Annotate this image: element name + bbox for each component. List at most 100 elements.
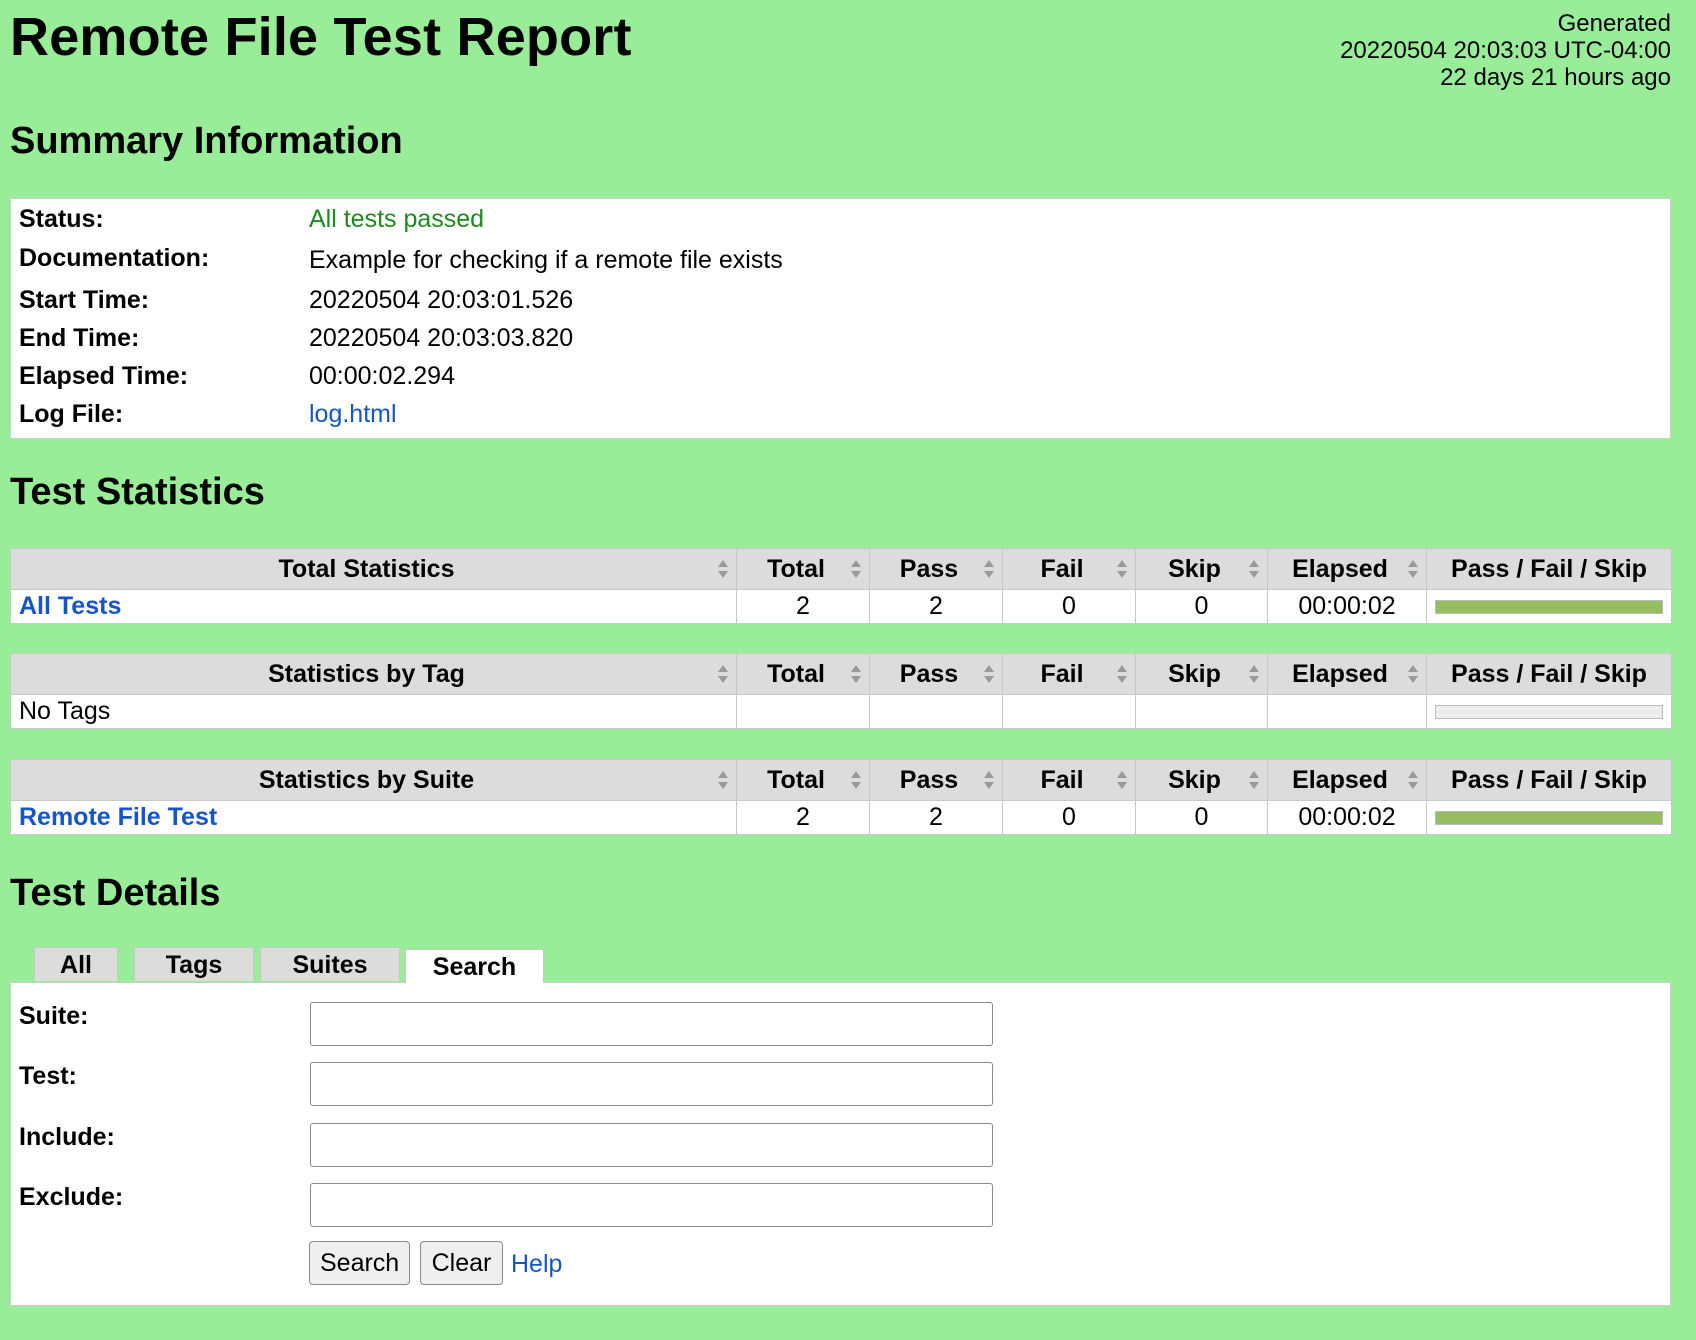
sort-icon [718, 665, 728, 683]
column-header-total[interactable]: Total [736, 548, 870, 590]
pass-bar [1436, 600, 1662, 613]
stat-name-link[interactable]: All Tests [19, 592, 121, 620]
sort-icon [984, 665, 994, 683]
exclude-label: Exclude: [19, 1183, 124, 1211]
stat-pass [869, 694, 1003, 729]
sort-icon [851, 771, 861, 789]
sort-icon [851, 665, 861, 683]
stat-fail [1002, 694, 1136, 729]
summary-label: Start Time: [19, 286, 150, 314]
status-value: All tests passed [309, 205, 485, 233]
stat-graph [1426, 694, 1672, 729]
column-header-skip[interactable]: Skip [1135, 548, 1268, 590]
stat-elapsed: 00:00:02 [1267, 589, 1427, 624]
sort-icon [984, 771, 994, 789]
stat-fail: 0 [1002, 589, 1136, 624]
sort-icon [1249, 771, 1259, 789]
column-header-skip[interactable]: Skip [1135, 759, 1268, 801]
stat-elapsed [1267, 694, 1427, 729]
start-time-value: 20220504 20:03:01.526 [309, 286, 574, 314]
table-row: Remote File Test 2 2 0 0 00:00:02 [10, 800, 1672, 835]
sort-icon [1249, 560, 1259, 578]
sort-icon [984, 560, 994, 578]
summary-label: Log File: [19, 400, 124, 428]
stat-fail: 0 [1002, 800, 1136, 835]
stat-skip: 0 [1135, 800, 1268, 835]
sort-icon [1117, 665, 1127, 683]
stat-graph [1426, 800, 1672, 835]
generated-info: Generated 20220504 20:03:03 UTC-04:00 22… [1340, 10, 1671, 91]
column-header-pass[interactable]: Pass [869, 548, 1003, 590]
column-header-elapsed[interactable]: Elapsed [1267, 548, 1427, 590]
suite-label: Suite: [19, 1002, 89, 1030]
column-header-skip[interactable]: Skip [1135, 653, 1268, 695]
include-input[interactable] [310, 1123, 993, 1167]
stat-total [736, 694, 870, 729]
column-header-name[interactable]: Statistics by Tag [10, 653, 737, 695]
suite-input[interactable] [310, 1002, 993, 1046]
column-header-graph: Pass / Fail / Skip [1426, 653, 1672, 695]
stat-name-link[interactable]: Remote File Test [19, 803, 217, 831]
statistics-heading: Test Statistics [10, 471, 265, 513]
tab-suites[interactable]: Suites [260, 947, 400, 981]
stat-skip [1135, 694, 1268, 729]
elapsed-time-value: 00:00:02.294 [309, 362, 455, 390]
sort-icon [718, 560, 728, 578]
help-link[interactable]: Help [511, 1250, 562, 1279]
summary-box: Status: All tests passed Documentation: … [10, 198, 1671, 439]
tag-statistics-table: Statistics by Tag Total Pass Fail Skip E… [10, 653, 1672, 729]
column-header-name[interactable]: Statistics by Suite [10, 759, 737, 801]
column-header-total[interactable]: Total [736, 759, 870, 801]
column-header-pass[interactable]: Pass [869, 759, 1003, 801]
sort-icon [1408, 771, 1418, 789]
stat-total: 2 [736, 589, 870, 624]
summary-label: End Time: [19, 324, 140, 352]
details-heading: Test Details [10, 872, 221, 914]
search-button[interactable]: Search [309, 1241, 410, 1285]
stat-skip: 0 [1135, 589, 1268, 624]
tab-all[interactable]: All [34, 947, 118, 981]
column-header-elapsed[interactable]: Elapsed [1267, 653, 1427, 695]
sort-icon [1117, 560, 1127, 578]
column-header-name[interactable]: Total Statistics [10, 548, 737, 590]
column-header-fail[interactable]: Fail [1002, 548, 1136, 590]
pass-bar [1436, 811, 1662, 824]
include-label: Include: [19, 1123, 115, 1151]
column-header-total[interactable]: Total [736, 653, 870, 695]
column-header-pass[interactable]: Pass [869, 653, 1003, 695]
pass-fail-skip-bar [1435, 810, 1663, 825]
stat-pass: 2 [869, 800, 1003, 835]
summary-label: Elapsed Time: [19, 362, 189, 390]
pass-fail-skip-bar [1435, 599, 1663, 614]
table-row: All Tests 2 2 0 0 00:00:02 [10, 589, 1672, 624]
log-file-link[interactable]: log.html [309, 400, 397, 429]
exclude-input[interactable] [310, 1183, 993, 1227]
generated-time: 20220504 20:03:03 UTC-04:00 [1340, 37, 1671, 64]
column-header-elapsed[interactable]: Elapsed [1267, 759, 1427, 801]
sort-icon [1408, 560, 1418, 578]
generated-label: Generated [1557, 10, 1671, 37]
stat-name: No Tags [10, 694, 737, 729]
column-header-fail[interactable]: Fail [1002, 759, 1136, 801]
suite-statistics-table: Statistics by Suite Total Pass Fail Skip… [10, 759, 1672, 835]
table-row: No Tags [10, 694, 1672, 729]
sort-icon [1117, 771, 1127, 789]
column-header-fail[interactable]: Fail [1002, 653, 1136, 695]
column-header-graph: Pass / Fail / Skip [1426, 759, 1672, 801]
page-title: Remote File Test Report [10, 7, 632, 67]
sort-icon [1249, 665, 1259, 683]
summary-label: Documentation: [19, 244, 210, 272]
tab-tags[interactable]: Tags [134, 947, 254, 981]
sort-icon [1408, 665, 1418, 683]
stat-graph [1426, 589, 1672, 624]
end-time-value: 20220504 20:03:03.820 [309, 324, 574, 352]
test-label: Test: [19, 1062, 77, 1090]
search-panel: Suite: Test: Include: Exclude: [10, 982, 1671, 1306]
test-input[interactable] [310, 1062, 993, 1106]
tab-search[interactable]: Search [405, 949, 544, 983]
summary-label: Status: [19, 205, 104, 233]
total-statistics-table: Total Statistics Total Pass Fail Skip El… [10, 548, 1672, 624]
documentation-value: Example for checking if a remote file ex… [309, 246, 783, 274]
generated-ago: 22 days 21 hours ago [1440, 64, 1671, 91]
clear-button[interactable]: Clear [420, 1241, 503, 1285]
